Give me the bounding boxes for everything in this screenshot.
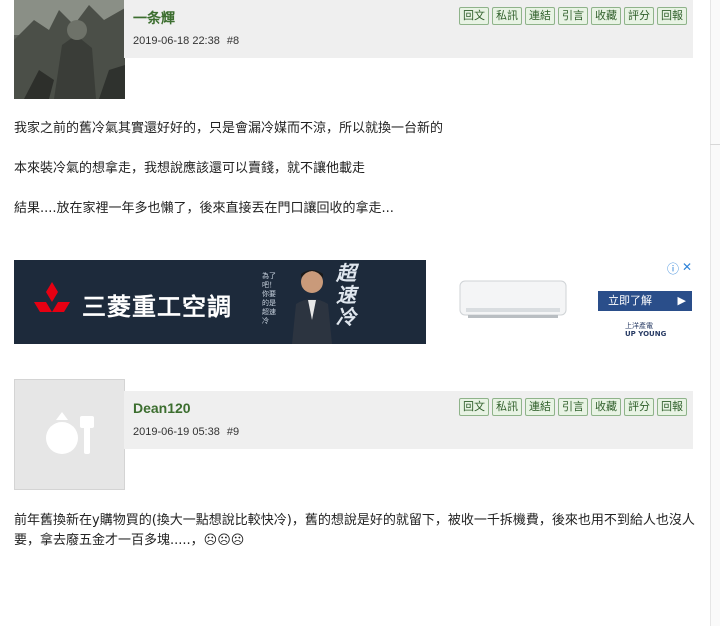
page-scroll-edge [710,0,720,626]
post-timestamp: 2019-06-19 05:38 [133,426,220,438]
air-conditioner-image [459,280,567,318]
post-actions: 回文 私訊 連結 引言 收藏 評分 回報 [459,7,687,25]
username[interactable]: Dean120 [133,400,191,416]
reply-button[interactable]: 回文 [459,398,489,416]
quote-button[interactable]: 引言 [558,7,588,25]
ad-creative[interactable]: 三菱重工空調 為了吧！你要的是超速冷 超速冷 [14,260,426,344]
link-button[interactable]: 連結 [525,398,555,416]
ad-brand: 三菱重工空調 [82,293,232,321]
user-avatar[interactable] [14,0,125,99]
ad-banner[interactable]: 三菱重工空調 為了吧！你要的是超速冷 超速冷 ⓘ ✕ 立即了解 ▶ 上洋產電 U… [14,260,694,344]
post-content: 我家之前的舊冷氣其實還好好的，只是會漏冷媒而不涼，所以就換一台新的 本來裝冷氣的… [14,119,704,239]
quote-button[interactable]: 引言 [558,398,588,416]
play-arrow-icon: ▶ [677,294,686,307]
ad-cta-button[interactable]: 立即了解 ▶ [598,291,692,311]
private-message-button[interactable]: 私訊 [492,398,522,416]
post-paragraph: 前年舊換新在y購物買的(換大一點想說比較快冷)，舊的想說是好的就留下，被收一千拆… [14,513,695,548]
username[interactable]: 一条輝 [133,8,175,28]
post-paragraph: 本來裝冷氣的想拿走，我想說應該還可以賣錢，就不讓他載走 [14,161,366,176]
bookmark-button[interactable]: 收藏 [591,398,621,416]
mitsubishi-logo-icon [34,282,70,312]
post-header: 一条輝 2019-06-18 22:38 #8 回文 私訊 連結 引言 收藏 評… [124,0,693,58]
report-button[interactable]: 回報 [657,398,687,416]
post-content: 前年舊換新在y購物買的(換大一點想說比較快冷)，舊的想說是好的就留下，被收一千拆… [14,511,704,571]
user-avatar[interactable] [14,379,125,490]
private-message-button[interactable]: 私訊 [492,7,522,25]
scroll-edge-mark [710,144,720,145]
avatar-photo [14,0,125,99]
ad-cta-label: 立即了解 [608,294,652,307]
post-header: Dean120 2019-06-19 05:38 #9 回文 私訊 連結 引言 … [124,391,693,449]
reply-button[interactable]: 回文 [459,7,489,25]
ad-info-icon[interactable]: ⓘ [667,260,679,277]
ad-advertiser-logo: 上洋產電 UP YOUNG [625,322,666,338]
post-meta: 2019-06-18 22:38 #8 [133,35,239,47]
bookmark-button[interactable]: 收藏 [591,7,621,25]
post-paragraph: 結果....放在家裡一年多也懶了，後來直接丟在門口讓回收的拿走... [14,201,394,216]
default-avatar-icon [14,379,125,490]
rate-button[interactable]: 評分 [624,398,654,416]
post-paragraph: 我家之前的舊冷氣其實還好好的，只是會漏冷媒而不涼，所以就換一台新的 [14,121,444,136]
report-button[interactable]: 回報 [657,7,687,25]
ad-logo-text: 上洋產電 [625,322,653,330]
post-9: Dean120 2019-06-19 05:38 #9 回文 私訊 連結 引言 … [0,379,710,579]
post-8: 一条輝 2019-06-18 22:38 #8 回文 私訊 連結 引言 收藏 評… [0,0,710,240]
ad-person-image [286,260,338,344]
ad-product-panel[interactable]: ⓘ ✕ 立即了解 ▶ 上洋產電 UP YOUNG [440,260,694,344]
ad-slogan-big: 超速冷 [336,261,356,329]
post-timestamp: 2019-06-18 22:38 [133,35,220,47]
ad-slogan-small: 為了吧！你要的是超速冷 [262,272,276,325]
link-button[interactable]: 連結 [525,7,555,25]
rate-button[interactable]: 評分 [624,7,654,25]
post-floor[interactable]: #8 [227,35,239,47]
post-actions: 回文 私訊 連結 引言 收藏 評分 回報 [459,398,687,416]
post-floor[interactable]: #9 [227,426,239,438]
ad-logo-name: UP YOUNG [625,330,667,338]
post-meta: 2019-06-19 05:38 #9 [133,426,239,438]
ad-close-icon[interactable]: ✕ [682,260,692,274]
